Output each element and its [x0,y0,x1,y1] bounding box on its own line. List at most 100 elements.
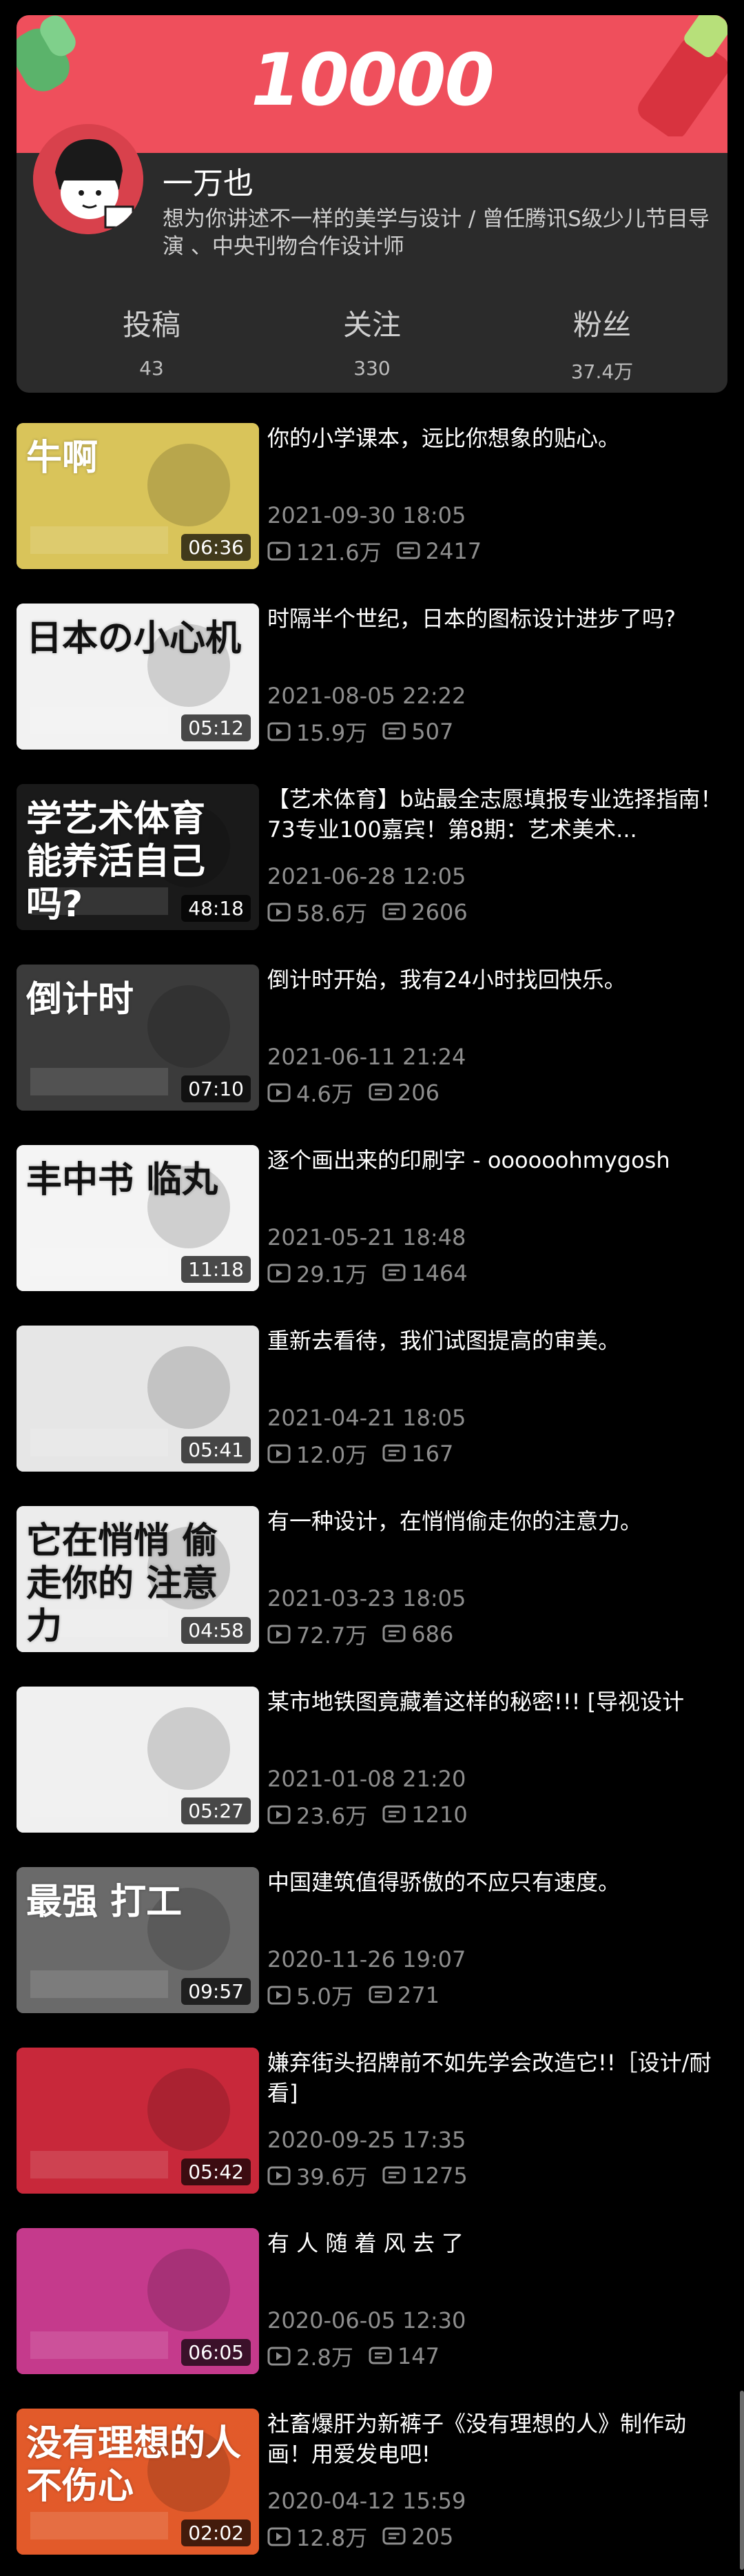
comment-count-icon [382,2166,406,2184]
play-count-icon [267,1444,291,1463]
play-count-icon [267,903,291,922]
video-title[interactable]: 某市地铁图竟藏着这样的秘密!!! [导视设计 [267,1687,727,1717]
thumbnail-text: 倒计时 [26,979,134,1020]
video-title[interactable]: 嫌弃街头招牌前不如先学会改造它!!［设计/耐看] [267,2048,727,2108]
video-duration: 05:27 [181,1797,251,1824]
comment-count-icon [382,722,406,740]
video-title[interactable]: 倒计时开始，我有24小时找回快乐。 [267,965,727,995]
video-thumbnail[interactable]: 没有理想的人不伤心 02:02 [17,2409,259,2555]
video-item[interactable]: 05:41 重新去看待，我们试图提高的审美。 2021-04-21 18:05 … [17,1326,727,1474]
play-count: 29.1万 [296,1261,368,1288]
comment-count-icon [382,903,406,920]
video-meta: 121.6万 2417 [267,535,482,567]
play-count-icon [267,2347,291,2366]
video-title[interactable]: 时隔半个世纪，日本的图标设计进步了吗? [267,604,727,634]
video-duration: 06:05 [181,2339,251,2366]
video-title[interactable]: 你的小学课本，远比你想象的贴心。 [267,423,727,453]
video-item[interactable]: 牛啊 06:36 你的小学课本，远比你想象的贴心。 2021-09-30 18:… [17,423,727,572]
video-thumbnail[interactable]: 牛啊 06:36 [17,423,259,569]
video-meta: 39.6万 1275 [267,2160,468,2192]
video-title[interactable]: 有一种设计，在悄悄偷走你的注意力。 [267,1506,727,1536]
video-title[interactable]: 重新去看待，我们试图提高的审美。 [267,1326,727,1356]
video-thumbnail[interactable]: 05:42 [17,2048,259,2194]
video-thumbnail[interactable]: 06:05 [17,2228,259,2374]
video-item[interactable]: 没有理想的人不伤心 02:02 社畜爆肝为新裤子《没有理想的人》制作动画！用爱发… [17,2409,727,2557]
avatar[interactable] [33,124,143,234]
video-thumbnail[interactable]: 05:41 [17,1326,259,1472]
stat-value: 37.4万 [570,360,634,383]
video-date: 2020-04-12 15:59 [267,2488,466,2514]
video-duration: 07:10 [181,1075,251,1102]
video-thumbnail[interactable]: 它在悄悄 偷走你的 注意力 04:58 [17,1506,259,1652]
video-duration: 48:18 [181,895,251,922]
video-date: 2021-06-11 21:24 [267,1044,466,1070]
comment-count: 2606 [411,899,468,925]
video-duration: 09:57 [181,1978,251,2005]
video-meta: 29.1万 1464 [267,1257,468,1289]
video-date: 2021-01-08 21:20 [267,1766,466,1792]
video-thumbnail[interactable]: 学艺术体育 能养活自己吗? 48:18 [17,784,259,930]
video-duration: 02:02 [181,2520,251,2546]
video-duration: 04:58 [181,1617,251,1644]
video-title[interactable]: 逐个画出来的印刷字 - oooooohmygosh [267,1145,727,1175]
video-thumbnail[interactable]: 倒计时 07:10 [17,965,259,1111]
comment-count-icon [397,542,420,559]
stat-following[interactable]: 关注 330 [255,305,489,380]
video-item[interactable]: 05:42 嫌弃街头招牌前不如先学会改造它!!［设计/耐看] 2020-09-2… [17,2048,727,2196]
comment-count: 271 [397,1982,440,2008]
video-thumbnail[interactable]: 05:27 [17,1687,259,1833]
video-meta: 5.0万 271 [267,1979,440,2011]
stat-posts[interactable]: 投稿 43 [34,305,269,380]
video-date: 2020-11-26 19:07 [267,1946,466,1972]
video-meta: 2.8万 147 [267,2340,440,2372]
play-count-icon [267,1083,291,1102]
play-count-icon [267,1805,291,1824]
comment-count-icon [382,1444,406,1462]
play-count-icon [267,1986,291,2005]
video-meta: 58.6万 2606 [267,896,468,928]
play-count: 39.6万 [296,2164,368,2190]
play-count: 2.8万 [296,2345,353,2371]
video-meta: 23.6万 1210 [267,1799,468,1831]
video-item[interactable]: 日本の小心机 05:12 时隔半个世纪，日本的图标设计进步了吗? 2021-08… [17,604,727,752]
video-thumbnail[interactable]: 丰中书 临丸 11:18 [17,1145,259,1291]
comment-count: 686 [411,1621,454,1647]
play-count-icon [267,2527,291,2546]
comment-count: 2417 [425,538,482,564]
play-count-icon [267,1264,291,1283]
play-count: 58.6万 [296,900,368,927]
comment-count: 1275 [411,2163,468,2189]
video-title[interactable]: 社畜爆肝为新裤子《没有理想的人》制作动画！用爱发电吧! [267,2409,727,2469]
comment-count-icon [382,2527,406,2545]
play-count: 12.0万 [296,1442,368,1468]
comment-count-icon [369,2347,392,2364]
video-item[interactable]: 最强 打工 09:57 中国建筑值得骄傲的不应只有速度。 2020-11-26 … [17,1867,727,2016]
video-title[interactable]: 有 人 随 着 风 去 了 [267,2228,727,2258]
comment-count-icon [369,1986,392,2003]
comment-count-icon [382,1264,406,1281]
video-item[interactable]: 05:27 某市地铁图竟藏着这样的秘密!!! [导视设计 2021-01-08 … [17,1687,727,1835]
video-item[interactable]: 学艺术体育 能养活自己吗? 48:18 【艺术体育】b站最全志愿填报专业选择指南… [17,784,727,933]
video-title[interactable]: 【艺术体育】b站最全志愿填报专业选择指南！73专业100嘉宾！第8期：艺术美术.… [267,784,727,845]
video-item[interactable]: 它在悄悄 偷走你的 注意力 04:58 有一种设计，在悄悄偷走你的注意力。 20… [17,1506,727,1655]
video-meta: 4.6万 206 [267,1077,440,1109]
scrollbar[interactable] [740,2391,744,2570]
avatar-face-icon [33,124,143,234]
stat-label: 粉丝 [572,308,631,342]
video-item[interactable]: 倒计时 07:10 倒计时开始，我有24小时找回快乐。 2021-06-11 2… [17,965,727,1113]
video-date: 2021-09-30 18:05 [267,502,466,528]
video-date: 2020-06-05 12:30 [267,2307,466,2333]
video-thumbnail[interactable]: 最强 打工 09:57 [17,1867,259,2013]
stat-value: 330 [353,357,391,380]
play-count: 23.6万 [296,1803,368,1829]
video-thumbnail[interactable]: 日本の小心机 05:12 [17,604,259,750]
stat-followers[interactable]: 粉丝 37.4万 [485,305,719,384]
video-duration: 05:42 [181,2158,251,2185]
video-title[interactable]: 中国建筑值得骄傲的不应只有速度。 [267,1867,727,1897]
video-date: 2020-09-25 17:35 [267,2127,466,2153]
video-item[interactable]: 丰中书 临丸 11:18 逐个画出来的印刷字 - oooooohmygosh 2… [17,1145,727,1294]
comment-count-icon [369,1083,392,1101]
video-duration: 06:36 [181,534,251,561]
video-item[interactable]: 06:05 有 人 随 着 风 去 了 2020-06-05 12:30 2.8… [17,2228,727,2377]
comment-count: 1464 [411,1260,468,1286]
